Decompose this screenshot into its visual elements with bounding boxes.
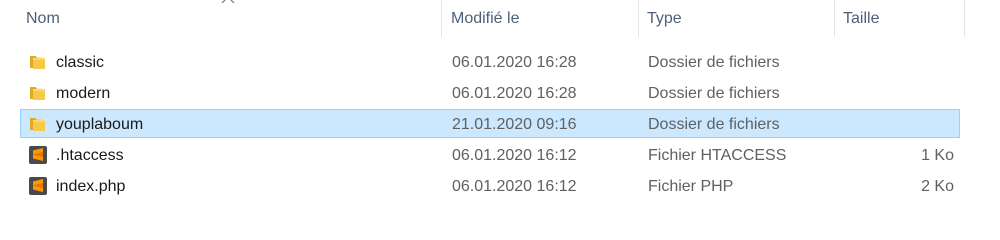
column-header-type[interactable]: Type <box>639 0 835 37</box>
column-header-modified[interactable]: Modifié le <box>443 0 639 37</box>
file-type: Dossier de fichiers <box>648 116 780 133</box>
sublime-file-icon <box>28 176 48 196</box>
folder-icon <box>28 114 48 134</box>
file-name: youplaboum <box>56 116 144 133</box>
file-type: Fichier PHP <box>648 178 734 195</box>
file-type: Dossier de fichiers <box>648 54 780 71</box>
file-type: Fichier HTACCESS <box>648 147 787 164</box>
file-row[interactable]: classic 06.01.2020 16:28 Dossier de fichie… <box>20 47 960 76</box>
file-modified-date: 06.01.2020 16:12 <box>452 178 577 195</box>
file-size: 2 Ko <box>921 178 954 195</box>
file-size: 1 Ko <box>921 147 954 164</box>
file-modified-date: 06.01.2020 16:28 <box>452 54 577 71</box>
file-name: classic <box>56 54 105 71</box>
file-row[interactable]: modern 06.01.2020 16:28 Dossier de fichier… <box>20 78 960 107</box>
file-row[interactable]: .htaccess 06.01.2020 16:12 Fichier HTACCES… <box>20 140 960 169</box>
column-header-bar: Nom Modifié le Type Taille <box>0 0 966 37</box>
file-name: modern <box>56 85 111 102</box>
folder-icon <box>28 83 48 103</box>
file-explorer-list: Nom Modifié le Type Taille classic 06.01.… <box>0 0 1000 230</box>
file-name: .htaccess <box>56 147 124 164</box>
chevron-up-icon <box>221 0 235 4</box>
column-header-size[interactable]: Taille <box>835 0 965 37</box>
file-name: index.php <box>56 178 126 195</box>
file-type: Dossier de fichiers <box>648 85 780 102</box>
sublime-file-icon <box>28 145 48 165</box>
file-modified-date: 06.01.2020 16:12 <box>452 147 577 164</box>
file-modified-date: 06.01.2020 16:28 <box>452 85 577 102</box>
folder-icon <box>28 52 48 72</box>
file-row[interactable]: youplaboum 21.01.2020 09:16 Dossier de fic… <box>20 109 960 138</box>
column-header-name[interactable]: Nom <box>18 0 442 37</box>
file-row[interactable]: index.php 06.01.2020 16:12 Fichier PHP 2 Ko <box>20 171 960 200</box>
file-modified-date: 21.01.2020 09:16 <box>452 116 577 133</box>
